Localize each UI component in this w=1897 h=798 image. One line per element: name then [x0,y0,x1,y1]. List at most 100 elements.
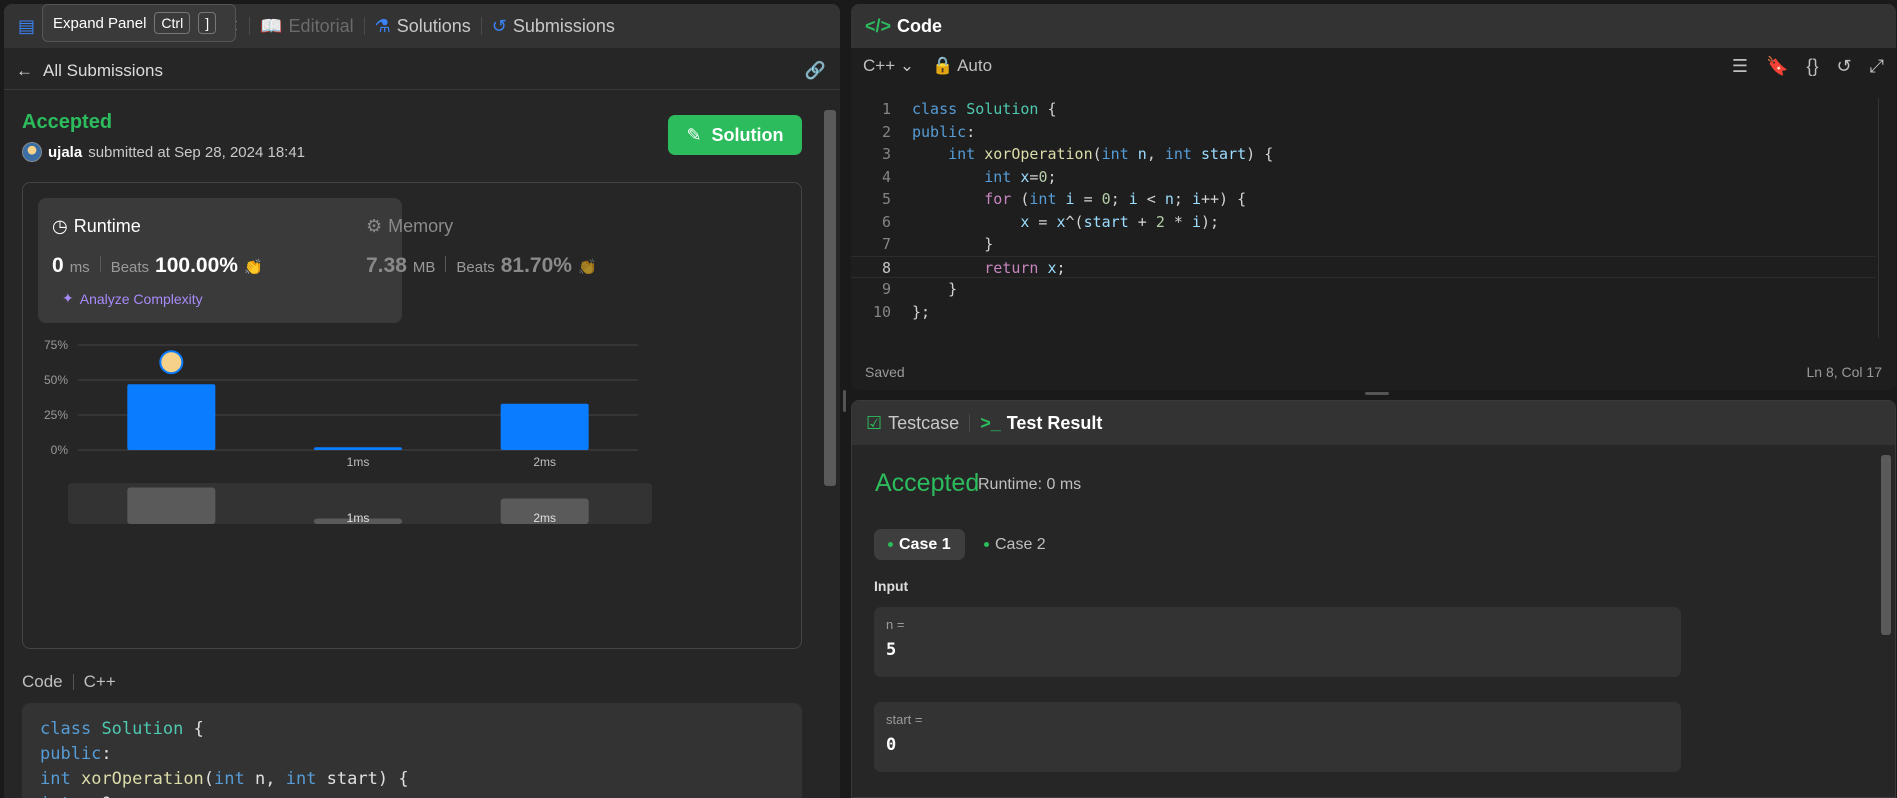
solution-button[interactable]: ✎ Solution [668,115,802,155]
memory-beats: 81.70% [500,254,572,277]
submitted-code-block[interactable]: class Solution { public: int xorOperatio… [22,703,802,798]
braces-icon[interactable]: {} [1806,56,1818,77]
clap-icon: 👏 [577,259,597,276]
code-section-label: Code [22,672,63,691]
tooltip-label: Expand Panel [53,14,147,32]
tab-code[interactable]: </> Code [865,16,942,37]
code-editor[interactable]: 1 class Solution { 2 public: 3 int xorOper… [851,98,1876,338]
back-arrow-icon[interactable]: ← [16,61,33,81]
submission-status: Accepted [22,111,113,133]
link-icon[interactable]: 🔗 [805,61,826,81]
tab-testcase[interactable]: ☑ Testcase [866,413,959,434]
code-line: 4 int x=0; [881,167,1057,186]
code-line: 9 } [881,280,958,298]
chevron-down-icon: ⌄ [899,56,915,75]
code-line: 1 class Solution { [881,100,1057,118]
input-box-n[interactable]: n = 5 [874,607,1681,677]
input-box-start[interactable]: start = 0 [874,702,1681,772]
tab-testcase-label: Testcase [888,412,960,433]
code-line: 3 int xorOperation(int n, int start) { [881,145,1274,163]
user-avatar-marker [159,350,184,375]
left-code-line: public: [40,744,112,764]
code-editor-panel: </> Code C++ ⌄ 🔒 Auto ☰ 🔖 {} ↺ ⤢ 1 class … [851,4,1896,390]
editor-status-bar: Saved Ln 8, Col 17 [865,364,1882,380]
format-icon[interactable]: ☰ [1732,56,1748,77]
description-icon: ▤ [18,15,36,36]
tooltip-key-bracket: ] [198,12,217,34]
tab-solutions-label: Solutions [396,15,471,36]
analyze-complexity-link[interactable]: ✦ Analyze Complexity [62,290,203,307]
code-section-header: Code C++ [22,672,116,692]
tab-editorial-label: Editorial [288,15,354,36]
tab-editorial[interactable]: 📖 Editorial [260,16,353,37]
tab-code-label: Code [897,15,943,36]
overview-label: 1ms [347,511,370,525]
auto-mode[interactable]: 🔒 Auto [932,56,992,76]
memory-unit: MB [412,259,436,276]
language-select[interactable]: C++ ⌄ [863,56,914,76]
test-result-status: Accepted [875,469,980,497]
chart-bar-0ms[interactable] [127,384,216,450]
chart-bar-2ms[interactable] [500,403,589,450]
chart-bar-1ms[interactable] [314,447,402,450]
memory-title[interactable]: ⚙ Memory [366,216,453,237]
reset-icon[interactable]: ↺ [1837,56,1852,77]
tab-solutions[interactable]: ⚗ Solutions [375,16,471,37]
test-scrollbar[interactable] [1879,445,1893,797]
memory-number: 7.38 [366,254,407,277]
cursor-position: Ln 8, Col 17 [1806,364,1883,380]
horizontal-resize-handle[interactable] [1365,392,1389,395]
memory-value: 7.38 MB Beats 81.70% 👏 [366,254,597,278]
bookmark-icon[interactable]: 🔖 [1766,56,1788,77]
overview-bar [127,487,216,524]
test-scrollbar-thumb[interactable] [1881,455,1891,635]
code-line: 8 return x; [851,255,1876,278]
code-tabbar: </> Code [851,4,1896,48]
lock-icon: 🔒 [932,56,954,75]
case-tab-2[interactable]: Case 2 [970,529,1060,560]
submission-meta: ujala submitted at Sep 28, 2024 18:41 [22,142,305,162]
left-code-line: int x=0; [40,792,784,798]
edit-icon: ✎ [686,124,702,145]
chip-icon: ⚙ [366,216,383,236]
case-tab-1[interactable]: Case 1 [874,529,965,560]
history-icon: ↺ [491,15,507,36]
runtime-distribution-chart[interactable]: 0% 25% 50% 75% 1ms 2ms 1ms 2ms [38,337,788,637]
tab-test-result[interactable]: >_ Test Result [980,413,1102,434]
solution-button-label: Solution [711,124,784,145]
submission-panel: ▤ ed ✕ 📖 Editorial ⚗ Solutions ↺ Submiss… [4,4,840,798]
tab-submissions-label: Submissions [512,15,615,36]
all-submissions-link[interactable]: All Submissions [43,61,163,81]
auto-mode-label: Auto [957,56,993,75]
test-result-runtime: Runtime: 0 ms [978,476,1082,493]
pass-dot-icon [984,542,989,547]
y-tick-label: 50% [44,373,68,387]
code-line: 6 x = x^(start + 2 * i); [881,212,1220,231]
sparkle-icon: ✦ [62,290,74,306]
pass-dot-icon [888,542,893,547]
username[interactable]: ujala [48,144,82,161]
code-line: 7 } [881,235,994,253]
case-2-label: Case 2 [995,535,1046,553]
test-panel: ☑ Testcase >_ Test Result Accepted Runti… [851,400,1896,798]
memory-beats-label: Beats [456,259,495,276]
editor-scrollbar[interactable] [1878,98,1890,338]
x-tick-label: 1ms [347,455,370,469]
input-value: 0 [886,735,897,755]
left-scrollbar-thumb[interactable] [824,110,836,486]
vertical-resize-handle[interactable] [843,390,846,412]
tooltip-key-ctrl: Ctrl [154,12,191,34]
left-code-line: class Solution { [40,719,204,739]
clap-icon: 👏 [243,259,263,276]
left-scrollbar[interactable] [820,90,840,798]
input-value: 5 [886,640,897,660]
tab-submissions[interactable]: ↺ Submissions [492,16,615,37]
book-icon: 📖 [260,15,283,36]
y-tick-label: 25% [44,408,68,422]
saved-status: Saved [865,364,905,380]
fullscreen-icon[interactable]: ⤢ [1870,56,1884,77]
runtime-beats: 100.00% [155,254,238,277]
case-1-label: Case 1 [899,535,951,553]
code-section-lang: C++ [83,672,116,691]
avatar[interactable] [22,142,42,162]
